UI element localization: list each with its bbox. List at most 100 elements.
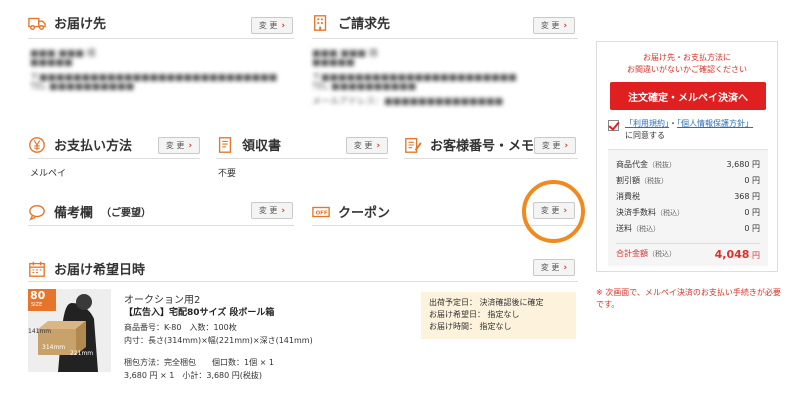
agree-text: 「利用規約」・「個人情報保護方針」 に同意する bbox=[625, 118, 773, 142]
svg-text:OFF: OFF bbox=[316, 210, 328, 216]
change-label: 変 更 bbox=[165, 141, 185, 150]
delivery-change-button[interactable]: 変 更 › bbox=[251, 17, 293, 34]
customer-number-title: お客様番号・メモ bbox=[430, 139, 535, 154]
shipping-fee-label: 送料 bbox=[616, 224, 632, 233]
summary-row-tax: 消費税 368 円 bbox=[616, 191, 760, 202]
chevron-right-icon: › bbox=[563, 262, 568, 273]
delivery-section-title: お届け先 bbox=[28, 13, 106, 32]
remarks-section-title: 備考欄 （ご要望） bbox=[28, 202, 151, 221]
dimension-label-width: 221mm bbox=[70, 350, 94, 357]
subtotal-note: （税抜） bbox=[648, 161, 676, 169]
fee-value: 0 円 bbox=[744, 208, 760, 217]
order-summary-panel: お届け先・お支払方法に お間違いがないかご確認ください 注文確定・メルペイ決済へ… bbox=[596, 41, 778, 272]
delivery-date-change-button[interactable]: 変 更 › bbox=[533, 259, 575, 276]
billing-address-blurred: メールアドレス：■■■■■■■■■■■■■■ bbox=[312, 97, 504, 107]
building-icon bbox=[314, 14, 327, 31]
discount-value: 0 円 bbox=[744, 176, 760, 185]
product-price: 3,680 円 × 1 小計：3,680 円(税抜) bbox=[124, 371, 263, 380]
delivery-date-title: お届け希望日時 bbox=[54, 263, 146, 278]
product-category: オークション用2 bbox=[124, 295, 201, 306]
confirm-order-label: 注文確定・メルペイ決済へ bbox=[628, 92, 748, 104]
calendar-icon bbox=[29, 261, 45, 277]
change-label: 変 更 bbox=[258, 206, 278, 215]
divider bbox=[404, 158, 578, 159]
coupon-highlight-circle bbox=[522, 180, 585, 243]
delivery-address-blurred: ■■■■■ bbox=[30, 58, 73, 68]
product-packing: 梱包方法：完全梱包 個口数：1個 × 1 bbox=[124, 358, 274, 367]
memo-pencil-icon bbox=[405, 137, 422, 153]
summary-row-total: 合計金額（税込） 4,048 円 bbox=[616, 243, 760, 261]
customer-number-change-button[interactable]: 変 更 › bbox=[534, 137, 576, 154]
truck-icon bbox=[28, 17, 46, 30]
total-note: （税込） bbox=[648, 250, 676, 258]
billing-title: ご請求先 bbox=[338, 17, 391, 32]
receipt-section-title: 領収書 bbox=[216, 135, 281, 154]
summary-row-subtotal: 商品代金（税抜） 3,680 円 bbox=[616, 159, 760, 170]
terms-link[interactable]: 「利用規約」 bbox=[625, 119, 669, 128]
delivery-title: お届け先 bbox=[54, 17, 107, 32]
divider bbox=[28, 225, 294, 226]
change-label: 変 更 bbox=[541, 141, 561, 150]
billing-address-blurred: ■■■■■ bbox=[312, 58, 355, 68]
size-badge-label: SIZE bbox=[31, 302, 43, 308]
summary-row-shipping: 送料（税込） 0 円 bbox=[616, 223, 760, 234]
subtotal-label: 商品代金 bbox=[616, 160, 648, 169]
shipping-fee-value: 0 円 bbox=[744, 224, 760, 233]
fee-label: 決済手数料 bbox=[616, 208, 656, 217]
remarks-change-button[interactable]: 変 更 › bbox=[251, 202, 293, 219]
payment-change-button[interactable]: 変 更 › bbox=[158, 137, 200, 154]
desired-date-row: お届け希望日： 指定なし bbox=[429, 309, 568, 321]
discount-label: 割引額 bbox=[616, 176, 640, 185]
desired-date-label: お届け希望日： bbox=[429, 310, 485, 319]
chevron-right-icon: › bbox=[188, 140, 193, 151]
shipping-info-box: 出荷予定日： 決済確認後に確定 お届け希望日： 指定なし お届け時間： 指定なし bbox=[421, 292, 576, 339]
tax-value: 368 円 bbox=[734, 192, 760, 201]
ship-date-row: 出荷予定日： 決済確認後に確定 bbox=[429, 297, 568, 309]
desired-time-value: 指定なし bbox=[479, 322, 512, 331]
confirm-order-button[interactable]: 注文確定・メルペイ決済へ bbox=[610, 82, 766, 110]
product-image: 80 SIZE 141mm 314mm 221mm bbox=[28, 289, 111, 372]
divider bbox=[312, 38, 578, 39]
remarks-title: 備考欄 bbox=[54, 206, 94, 221]
size-badge-number: 80 bbox=[30, 289, 46, 302]
chevron-right-icon: › bbox=[564, 140, 569, 151]
billing-change-button[interactable]: 変 更 › bbox=[533, 17, 575, 34]
desired-date-value: 指定なし bbox=[487, 310, 520, 319]
shipping-fee-note: （税込） bbox=[632, 225, 660, 233]
subtotal-value: 3,680 円 bbox=[726, 160, 760, 169]
receipt-change-button[interactable]: 変 更 › bbox=[346, 137, 388, 154]
coupon-ticket-icon: OFF bbox=[312, 206, 330, 217]
delivery-date-section-title: お届け希望日時 bbox=[28, 259, 145, 278]
dimension-label-height: 141mm bbox=[28, 328, 52, 335]
payment-method-value: メルペイ bbox=[30, 169, 67, 179]
agree-checkbox[interactable] bbox=[608, 120, 619, 131]
divider bbox=[28, 158, 200, 159]
coupon-section-title: OFF クーポン bbox=[312, 202, 390, 221]
tax-label: 消費税 bbox=[616, 192, 640, 201]
change-label: 変 更 bbox=[258, 21, 278, 30]
summary-row-fee: 決済手数料（税込） 0 円 bbox=[616, 207, 760, 218]
confirm-notice-line2: お間違いがないかご確認ください bbox=[627, 65, 747, 74]
receipt-value: 不要 bbox=[218, 169, 237, 179]
ship-date-value: 決済確認後に確定 bbox=[479, 298, 544, 307]
divider bbox=[216, 158, 388, 159]
chevron-right-icon: › bbox=[563, 20, 568, 31]
chevron-right-icon: › bbox=[281, 205, 286, 216]
remarks-title-note: （ご要望） bbox=[101, 208, 152, 219]
privacy-policy-link[interactable]: 「個人情報保護方針」 bbox=[677, 119, 753, 128]
payment-footnote: ※ 次画面で、メルペイ決済のお支払い手続きが必要です。 bbox=[596, 288, 781, 309]
dimension-label-length: 314mm bbox=[42, 344, 66, 351]
discount-note: （税抜） bbox=[640, 177, 668, 185]
divider bbox=[28, 38, 294, 39]
chevron-right-icon: › bbox=[281, 20, 286, 31]
desired-time-row: お届け時間： 指定なし bbox=[429, 321, 568, 333]
product-code: 商品番号：K-80 入数：100枚 bbox=[124, 323, 237, 332]
yen-coin-icon bbox=[29, 136, 45, 153]
desired-time-label: お届け時間： bbox=[429, 322, 477, 331]
product-name: 【広告入】宅配80サイズ 段ボール箱 bbox=[124, 308, 275, 318]
total-value: 4,048 bbox=[714, 248, 750, 261]
change-label: 変 更 bbox=[540, 21, 560, 30]
change-label: 変 更 bbox=[540, 263, 560, 272]
total-label: 合計金額 bbox=[616, 249, 648, 258]
delivery-address-blurred: TEL ■■■■■■■■■■ bbox=[30, 82, 135, 92]
